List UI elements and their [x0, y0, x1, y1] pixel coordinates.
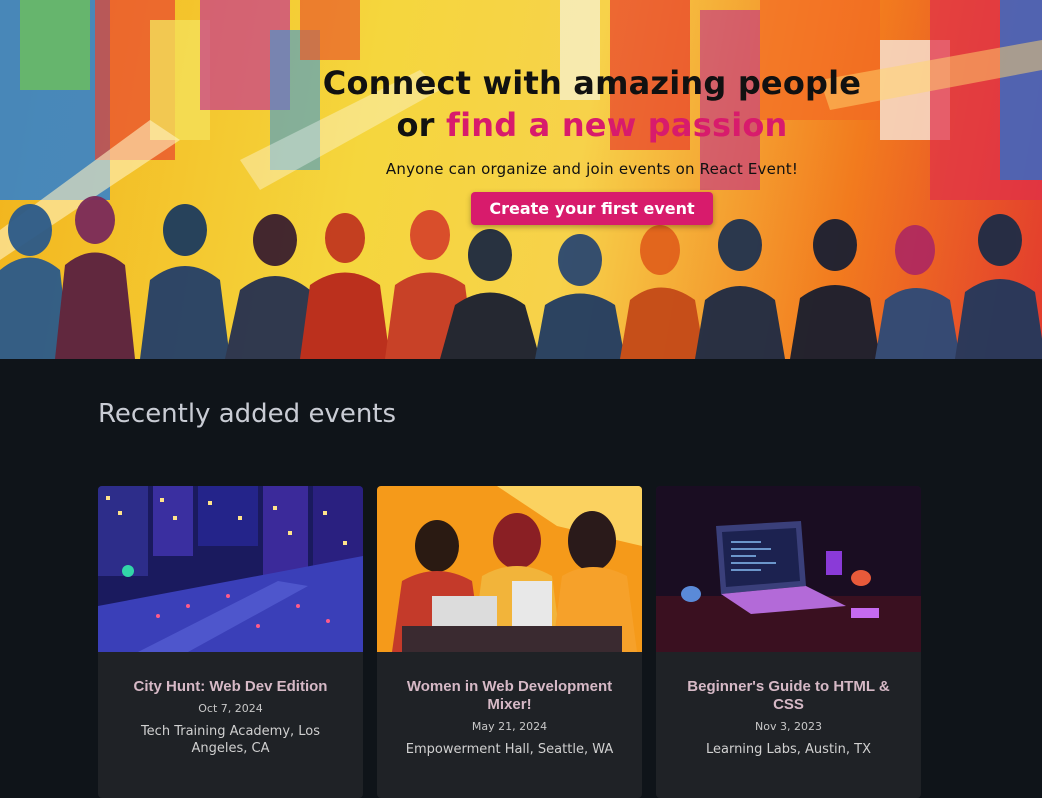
event-card[interactable]: Beginner's Guide to HTML & CSS Nov 3, 20… — [656, 486, 921, 798]
hero-headline: Connect with amazing people or find a ne… — [142, 62, 1042, 146]
city-night-image — [98, 486, 363, 652]
event-title: Beginner's Guide to HTML & CSS — [687, 678, 890, 713]
event-title: Women in Web Development Mixer! — [406, 678, 613, 713]
event-location: Empowerment Hall, Seattle, WA — [405, 742, 614, 757]
event-date: May 21, 2024 — [471, 720, 548, 733]
women-laptops-image — [377, 486, 642, 652]
event-card-list: City Hunt: Web Dev Edition Oct 7, 2024 T… — [98, 486, 921, 798]
event-title: City Hunt: Web Dev Edition — [133, 678, 328, 695]
event-location: Tech Training Academy, Los Angeles, CA — [140, 724, 321, 756]
hero-banner: Connect with amazing people or find a ne… — [0, 0, 1042, 359]
hero-content: Connect with amazing people or find a ne… — [0, 62, 1042, 225]
hero-headline-line1: Connect with amazing people — [322, 64, 862, 102]
event-card[interactable]: City Hunt: Web Dev Edition Oct 7, 2024 T… — [98, 486, 363, 798]
event-card-body: Women in Web Development Mixer! May 21, … — [377, 652, 642, 758]
event-card-body: City Hunt: Web Dev Edition Oct 7, 2024 T… — [98, 652, 363, 757]
event-location: Learning Labs, Austin, TX — [705, 742, 872, 757]
laptop-desk-image — [656, 486, 921, 652]
event-date: Nov 3, 2023 — [755, 720, 822, 733]
recent-events-section: Recently added events City Hunt: Web Dev… — [0, 359, 1042, 798]
hero-headline-prefix: or — [396, 106, 446, 144]
event-card-body: Beginner's Guide to HTML & CSS Nov 3, 20… — [656, 652, 921, 758]
event-card[interactable]: Women in Web Development Mixer! May 21, … — [377, 486, 642, 798]
event-date: Oct 7, 2024 — [198, 702, 263, 715]
section-title: Recently added events — [98, 399, 397, 429]
create-first-event-button[interactable]: Create your first event — [471, 192, 713, 225]
hero-subtitle: Anyone can organize and join events on R… — [385, 160, 799, 178]
hero-headline-accent: find a new passion — [445, 106, 788, 144]
